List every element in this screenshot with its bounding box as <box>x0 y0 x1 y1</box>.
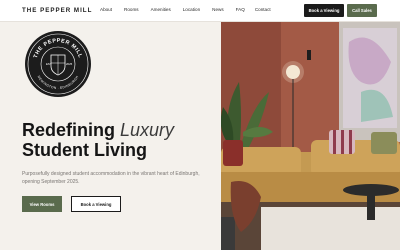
nav-item-faq[interactable]: FAQ <box>236 7 245 12</box>
book-viewing-button[interactable]: Book a Viewing <box>304 4 344 17</box>
nav-item-contact[interactable]: Contact <box>255 7 271 12</box>
logo-est-text: EST <box>46 62 52 66</box>
nav-item-location[interactable]: Location <box>183 7 200 12</box>
brand-wordmark[interactable]: THE PEPPER MILL <box>22 7 92 14</box>
nav-item-rooms[interactable]: Rooms <box>124 7 139 12</box>
nav-item-amenities[interactable]: Amenities <box>151 7 171 12</box>
nav-item-about[interactable]: About <box>100 7 112 12</box>
pepper-mill-logo: THE PEPPER MILL NEWINGTON · EDINBURGH ES… <box>25 31 91 97</box>
hero-subtext: Purposefully designed student accommodat… <box>22 171 200 185</box>
view-rooms-button[interactable]: View Rooms <box>22 196 62 212</box>
call-sales-button[interactable]: Call Sales <box>347 4 377 17</box>
hero-interior-photo <box>221 22 400 250</box>
logo-year-text: 2025 <box>66 62 73 66</box>
hero-headline: Redefining Luxury Student Living <box>22 120 174 160</box>
headline-word-redefining: Redefining <box>22 120 115 140</box>
top-nav: THE PEPPER MILL About Rooms Amenities Lo… <box>0 0 400 22</box>
main-menu: About Rooms Amenities Location News FAQ … <box>100 7 271 12</box>
headline-word-luxury: Luxury <box>120 120 175 140</box>
nav-item-news[interactable]: News <box>212 7 224 12</box>
headline-line-student-living: Student Living <box>22 140 147 160</box>
hero-book-viewing-button[interactable]: Book a Viewing <box>71 196 121 212</box>
